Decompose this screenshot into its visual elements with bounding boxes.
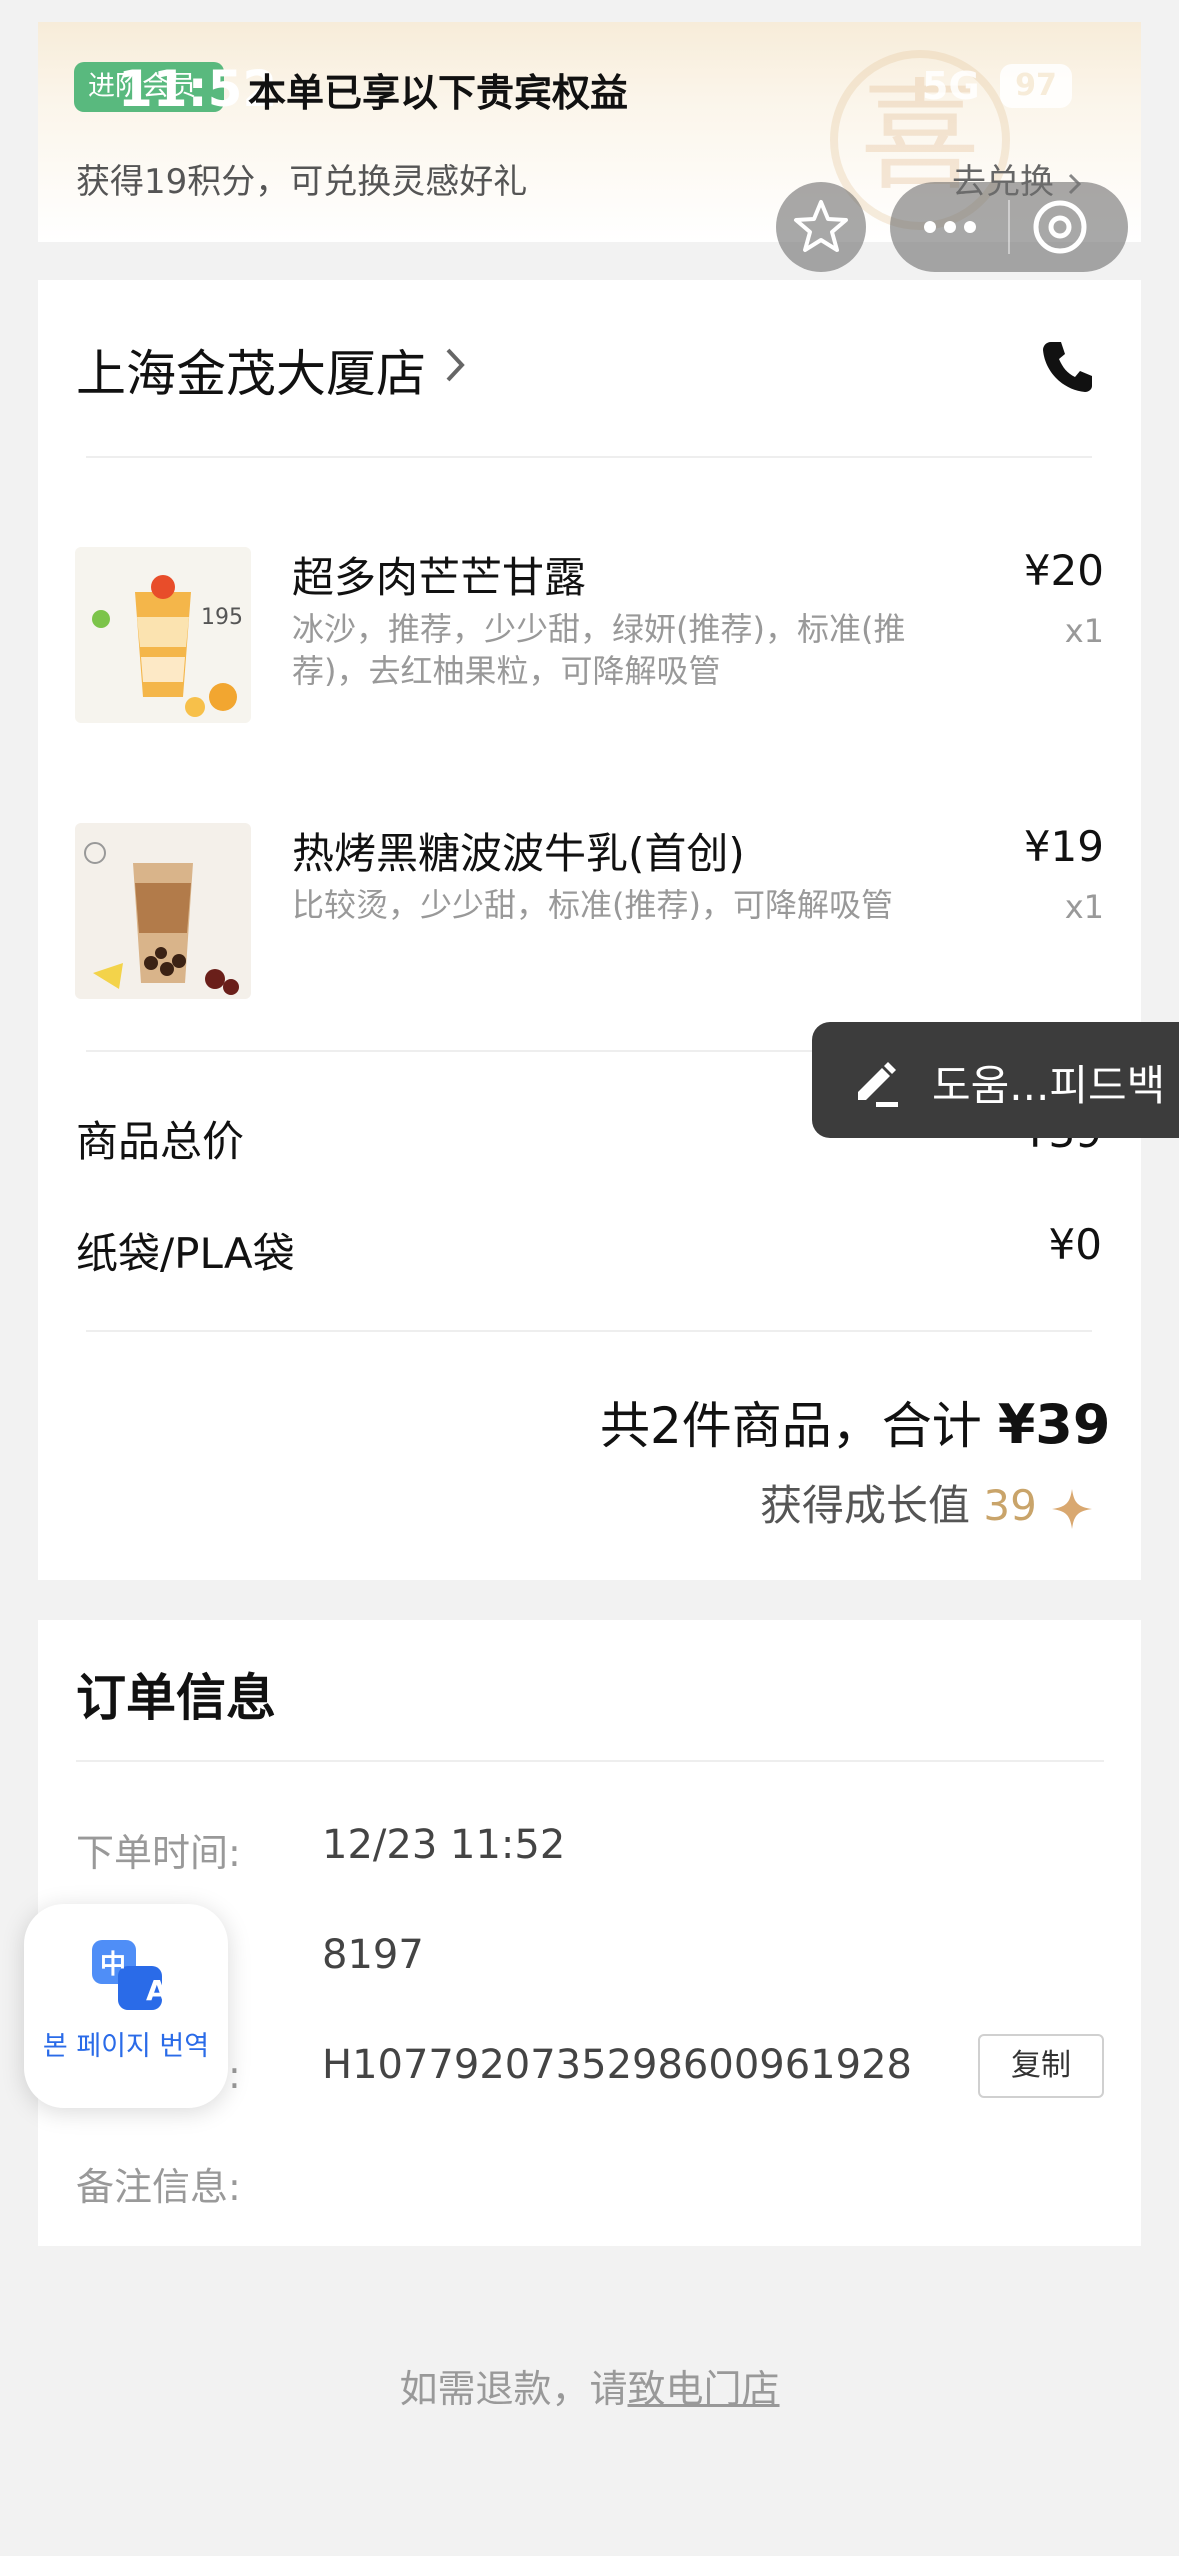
close-circle-icon xyxy=(1033,200,1087,254)
edit-pencil-icon xyxy=(858,1062,898,1107)
copy-order-number-button[interactable]: 复制 xyxy=(978,2034,1104,2098)
summary-total: ¥39 xyxy=(997,1393,1111,1456)
call-store-link[interactable]: 致电门店 xyxy=(628,2367,780,2411)
more-button[interactable] xyxy=(890,182,1008,272)
bag-fee-label: 纸袋/PLA袋 xyxy=(76,1229,295,1278)
phone-icon[interactable] xyxy=(1034,338,1094,398)
product-qty: x1 xyxy=(1064,888,1104,926)
goods-total-label: 商品总价 xyxy=(76,1117,245,1166)
favorite-button[interactable] xyxy=(776,182,866,272)
product-name: 热烤黑糖波波牛乳(首创) xyxy=(292,829,745,878)
order-number-value: H1077920735298600961928 xyxy=(322,2042,912,2088)
thumbnail-volume-label: 195 xyxy=(201,605,243,630)
product-thumbnail-milk-tea xyxy=(75,823,251,999)
product-price: ¥19 xyxy=(1023,822,1104,871)
feedback-button[interactable]: 도움...피드백 xyxy=(812,1022,1179,1138)
refund-prefix: 如需退款，请 xyxy=(399,2367,628,2411)
translate-icon-a: A xyxy=(146,1974,168,2007)
chevron-right-icon[interactable] xyxy=(440,340,470,390)
product-qty: x1 xyxy=(1064,612,1104,650)
order-time-value: 12/23 11:52 xyxy=(322,1822,566,1868)
close-miniprogram-button[interactable] xyxy=(1010,182,1128,272)
star-icon xyxy=(794,200,848,252)
sparkle-icon xyxy=(1052,1488,1093,1529)
divider xyxy=(76,1760,1104,1762)
points-text: 获得19积分，可兑换灵感好礼 xyxy=(76,162,528,202)
more-dots-icon xyxy=(924,221,976,233)
order-time-label: 下单时间: xyxy=(76,1831,241,1875)
bag-fee-value: ¥0 xyxy=(1048,1220,1102,1269)
battery-indicator: 97 xyxy=(1000,64,1072,108)
network-indicator: 5G xyxy=(922,64,980,108)
feedback-label: 도움...피드백 xyxy=(932,1061,1166,1110)
miniprogram-capsule xyxy=(890,182,1128,272)
translate-label: 본 페이지 번역 xyxy=(42,2031,210,2062)
divider xyxy=(86,456,1092,458)
product-spec: 冰沙，推荐，少少甜，绿妍(推荐)，标准(推荐)，去红柚果粒，可降解吸管 xyxy=(292,610,906,690)
refund-note: 如需退款，请致电门店 xyxy=(0,2358,1179,2413)
product-thumbnail-mango: 195 xyxy=(75,547,251,723)
divider xyxy=(86,1330,1092,1332)
summary-prefix: 共2件商品，合计 xyxy=(600,1397,982,1455)
translate-page-button[interactable]: 中 A 본 페이지 번역 xyxy=(24,1904,228,2108)
product-spec: 比较烫，少少甜，标准(推荐)，可降解吸管 xyxy=(292,886,893,924)
pickup-number-value: 8197 xyxy=(322,1932,424,1978)
order-info-title: 订单信息 xyxy=(76,1669,276,1727)
note-label: 备注信息: xyxy=(76,2165,241,2209)
order-summary: 共2件商品，合计 ¥39 xyxy=(600,1386,1110,1458)
product-name: 超多肉芒芒甘露 xyxy=(292,553,587,602)
product-price: ¥20 xyxy=(1023,546,1104,595)
growth-value: 39 xyxy=(983,1481,1037,1530)
store-name-link[interactable]: 上海金茂大厦店 xyxy=(76,334,426,406)
banner-title: 本单已享以下贵宾权益 xyxy=(248,71,629,115)
translate-icon-zh: 中 xyxy=(100,1950,127,1980)
growth-label: 获得成长值 xyxy=(760,1481,971,1530)
growth-value-row: 获得成长值 39 xyxy=(760,1472,1094,1533)
